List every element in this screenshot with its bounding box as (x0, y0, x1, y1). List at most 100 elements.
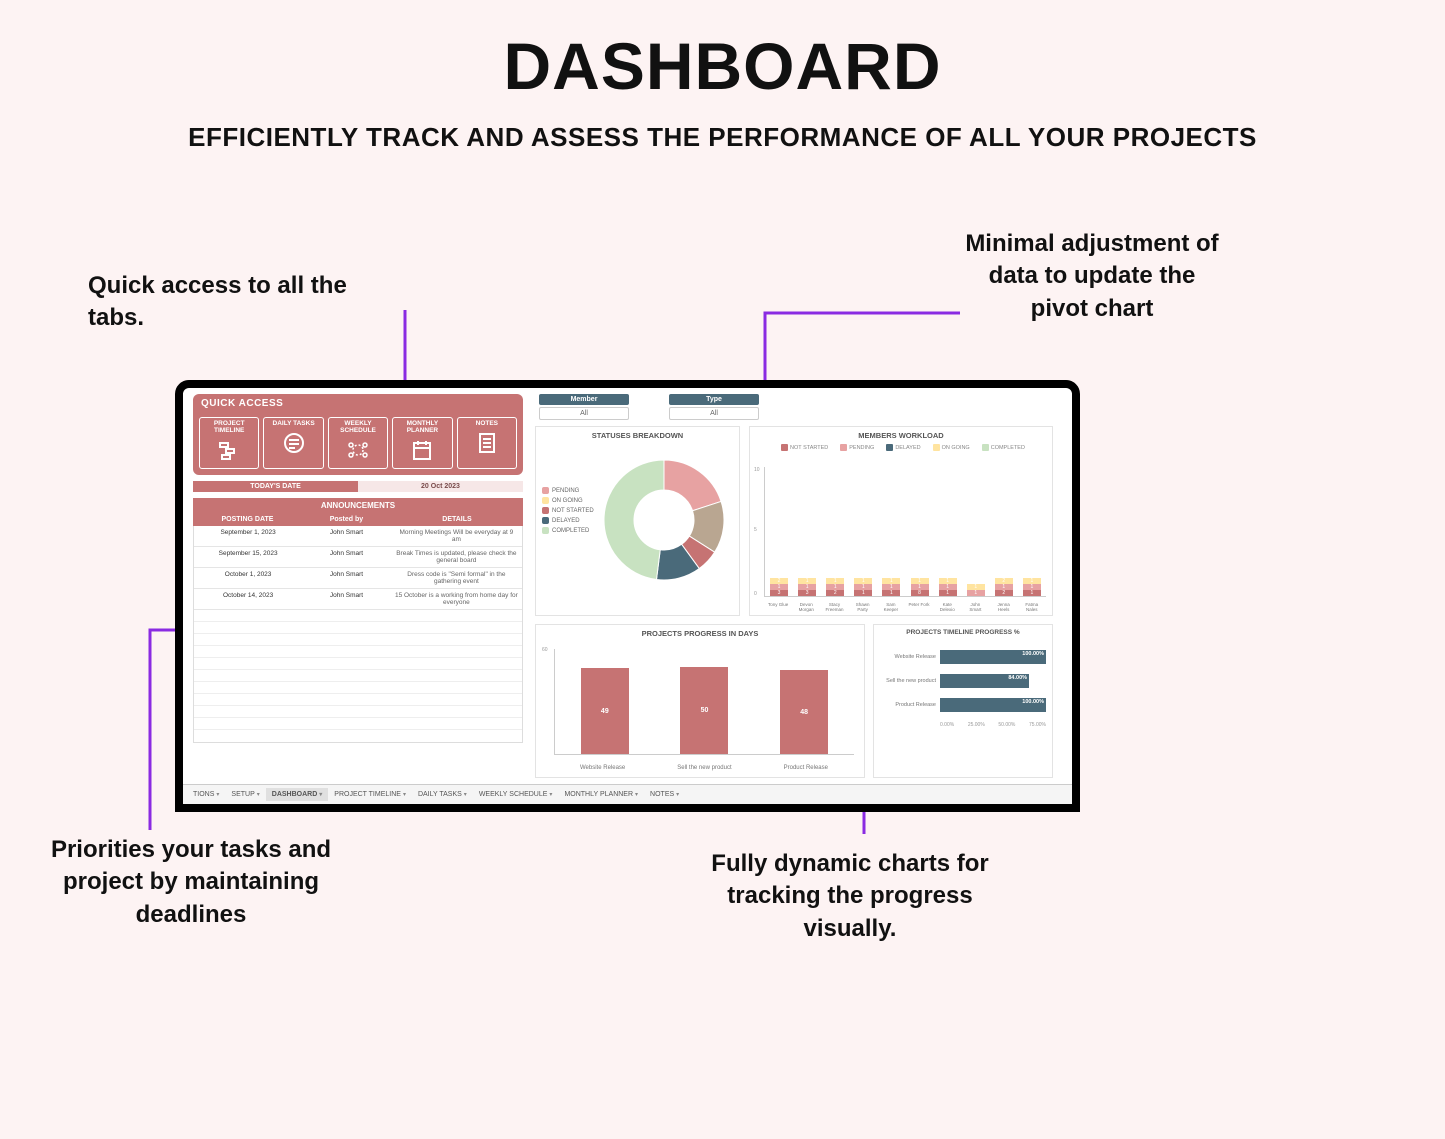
cell-details: Morning Meetings Will be everyday at 9 a… (391, 526, 522, 546)
bar-value: 1 (939, 590, 957, 596)
workload-xlabel: Peter Fork (908, 603, 930, 613)
quick-access-tile[interactable]: PROJECT TIMELINE (199, 417, 259, 469)
sheet-tab[interactable]: DASHBOARD▾ (266, 788, 329, 801)
workload-ytick-0: 0 (754, 591, 757, 597)
annotation-pivot-chart: Minimal adjustment of data to update the… (962, 228, 1222, 325)
workload-bar: 111 (939, 578, 957, 596)
tab-label: DAILY TASKS (418, 791, 462, 798)
projects-progress-days-chart: PROJECTS PROGRESS IN DAYS 60 495048 Webs… (535, 624, 865, 778)
progress-days-title: PROJECTS PROGRESS IN DAYS (536, 625, 864, 642)
sheet-tab[interactable]: TIONS▾ (187, 788, 225, 801)
announcement-empty-row (194, 622, 522, 634)
timeline-pct-value: 100.00% (1022, 651, 1044, 657)
progress-xlabel: Product Release (784, 765, 828, 771)
legend-label: PENDING (552, 488, 579, 494)
legend-label: ON GOING (552, 498, 583, 504)
sheet-tab[interactable]: DAILY TASKS▾ (412, 788, 473, 801)
cell-date: September 1, 2023 (194, 526, 302, 546)
bar-segment: 8 (911, 590, 929, 596)
announcement-row: October 1, 2023John SmartDress code is "… (194, 568, 522, 589)
bar-segment: 1 (1023, 590, 1041, 596)
tasks-icon (280, 429, 308, 457)
statuses-title: STATUSES BREAKDOWN (536, 427, 739, 444)
workload-bar: 311 (798, 578, 816, 596)
sheet-tab[interactable]: WEEKLY SCHEDULE▾ (473, 788, 559, 801)
timeline-fill: 100.00% (940, 698, 1046, 712)
timeline-track: 100.00% (940, 698, 1046, 712)
timeline-xtick: 50.00% (998, 722, 1015, 728)
timeline-label: Website Release (880, 654, 940, 660)
workload-xlabel: Shawn Party (852, 603, 874, 613)
workload-ytick-10: 10 (754, 467, 760, 473)
tile-label: MONTHLY PLANNER (395, 420, 449, 434)
legend-label: NOT STARTED (552, 508, 594, 514)
tab-label: SETUP (231, 791, 254, 798)
quick-access-tile[interactable]: NOTES (457, 417, 517, 469)
sheet-tab[interactable]: NOTES▾ (644, 788, 685, 801)
legend-swatch (886, 444, 893, 451)
cell-date: October 14, 2023 (194, 589, 302, 609)
chevron-down-icon: ▾ (216, 791, 219, 798)
legend-swatch (982, 444, 989, 451)
quick-access-title: QUICK ACCESS (193, 394, 523, 413)
quick-access-tile[interactable]: MONTHLY PLANNER (392, 417, 452, 469)
workload-bar: 212 (995, 578, 1013, 596)
legend-item: NOT STARTED (777, 445, 828, 451)
legend-item: ON GOING (542, 497, 594, 504)
tab-label: TIONS (193, 791, 214, 798)
chevron-down-icon: ▾ (464, 791, 467, 798)
filter-member-value[interactable]: All (539, 407, 629, 420)
timeline-label: Sell the new product (880, 678, 940, 684)
legend-item: PENDING (542, 487, 594, 494)
statuses-breakdown-chart: STATUSES BREAKDOWN PENDING ON GOING NOT ST… (535, 426, 740, 616)
progress-bar: 50 (680, 667, 728, 755)
announcement-empty-row (194, 706, 522, 718)
today-date-value: 20 Oct 2023 (358, 481, 523, 492)
workload-ytick-5: 5 (754, 527, 757, 533)
timeline-xtick: 0.00% (940, 722, 954, 728)
col-posting-date: POSTING DATE (193, 513, 302, 526)
legend-swatch (840, 444, 847, 451)
planner-icon (408, 436, 436, 464)
bar-value: 3 (770, 590, 788, 596)
legend-swatch (933, 444, 940, 451)
legend-item: ON GOING (929, 445, 970, 451)
sheet-tab[interactable]: MONTHLY PLANNER▾ (558, 788, 644, 801)
schedule-icon (344, 436, 372, 464)
timeline-xtick: 75.00% (1029, 722, 1046, 728)
bar-value: 1 (967, 590, 985, 596)
announcement-empty-row (194, 646, 522, 658)
tab-label: NOTES (650, 791, 674, 798)
tile-label: WEEKLY SCHEDULE (331, 420, 385, 434)
announcements-header: POSTING DATE Posted by DETAILS (193, 513, 523, 526)
sheet-tab[interactable]: SETUP▾ (225, 788, 265, 801)
cell-postedby: John Smart (302, 526, 391, 546)
legend-item: COMPLETED (542, 527, 594, 534)
bar-value: 2 (826, 590, 844, 596)
quick-access-tile[interactable]: WEEKLY SCHEDULE (328, 417, 388, 469)
announcement-empty-row (194, 694, 522, 706)
timeline-row: Website Release 100.00% (880, 650, 1046, 664)
chevron-down-icon: ▾ (319, 791, 322, 798)
chevron-down-icon: ▾ (257, 791, 260, 798)
workload-xlabel: Sam Keeper (880, 603, 902, 613)
chevron-down-icon: ▾ (676, 791, 679, 798)
notes-icon (473, 429, 501, 457)
page-subtitle: EFFICIENTLY TRACK AND ASSESS THE PERFORM… (0, 122, 1445, 153)
announcement-empty-row (194, 730, 522, 742)
timeline-fill: 84.00% (940, 674, 1029, 688)
bar-segment: 3 (770, 590, 788, 596)
workload-title: MEMBERS WORKLOAD (750, 427, 1052, 444)
legend-swatch (542, 527, 549, 534)
tile-label: DAILY TASKS (273, 420, 315, 427)
legend-swatch (542, 507, 549, 514)
timeline-label: Product Release (880, 702, 940, 708)
today-date-label: TODAY'S DATE (193, 481, 358, 492)
legend-label: DELAYED (552, 518, 580, 524)
quick-access-tile[interactable]: DAILY TASKS (263, 417, 323, 469)
bar-segment: 2 (826, 590, 844, 596)
sheet-tab[interactable]: PROJECT TIMELINE▾ (328, 788, 412, 801)
workload-xlabel: Kate Delexio (936, 603, 958, 613)
workload-xlabel: Jenna Heels (993, 603, 1015, 613)
filter-type-value[interactable]: All (669, 407, 759, 420)
